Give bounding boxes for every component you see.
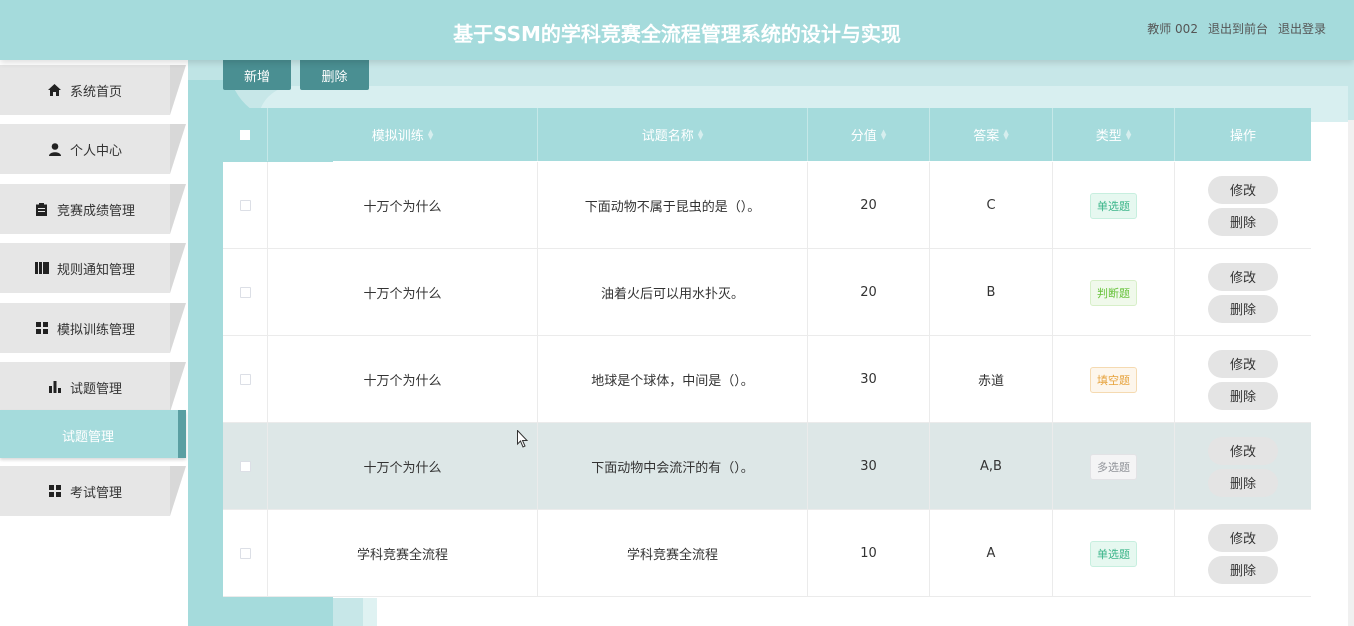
- top-header: 基于SSM的学科竞赛全流程管理系统的设计与实现 教师 002 退出到前台 退出登…: [0, 0, 1354, 60]
- edit-button[interactable]: 修改: [1208, 523, 1278, 552]
- grid-icon: [48, 484, 62, 498]
- sort-icon: ▲ ▼: [427, 127, 434, 141]
- main-content: 新增 删除 模拟训练 ▲ ▼ 试题名称 ▲ ▼ 分值 ▲ ▼ 答案 ▲ ▼ 类型 ▲ ▼ 操作: [188, 60, 1354, 626]
- sidebar-item-label: 个人中心: [69, 143, 122, 159]
- clipboard-icon: [35, 202, 49, 216]
- delete-button[interactable]: 删除: [1208, 555, 1278, 584]
- sidebar-item-label: 系统首页: [69, 84, 122, 100]
- cell-name: 下面动物不属于昆虫的是（）。: [538, 162, 808, 249]
- mouse-cursor-icon: [517, 430, 529, 448]
- submenu-item-questions[interactable]: 试题管理: [0, 410, 186, 458]
- cell-name: 下面动物中会流汗的有（）。: [538, 423, 808, 510]
- cell-score: 10: [808, 510, 930, 597]
- cell-answer: A,B: [930, 423, 1053, 510]
- sidebar-item-profile[interactable]: 个人中心: [0, 124, 186, 174]
- sidebar-item-label: 考试管理: [69, 485, 122, 501]
- edit-button[interactable]: 修改: [1208, 175, 1278, 204]
- row-checkbox[interactable]: [239, 374, 251, 385]
- delete-button[interactable]: 删除: [1208, 207, 1278, 236]
- back-to-frontend-link[interactable]: 退出到前台: [1208, 20, 1268, 37]
- sort-icon: ▲ ▼: [1125, 127, 1132, 141]
- cell-score: 30: [808, 336, 930, 423]
- column-header-type[interactable]: 类型 ▲ ▼: [1053, 108, 1175, 161]
- cell-score: 20: [808, 249, 930, 336]
- column-header-actions: 操作: [1229, 129, 1256, 144]
- cell-training: 学科竞赛全流程: [268, 510, 538, 597]
- column-header-score[interactable]: 分值 ▲ ▼: [808, 108, 930, 161]
- column-header-name[interactable]: 试题名称 ▲ ▼: [538, 108, 808, 161]
- submenu-item-label: 试题管理: [62, 430, 115, 445]
- cell-name: 地球是个球体，中间是（）。: [538, 336, 808, 423]
- type-tag: 判断题: [1090, 279, 1137, 306]
- cell-training: 十万个为什么: [268, 162, 538, 249]
- user-icon: [48, 142, 62, 156]
- sort-icon: ▲ ▼: [1003, 127, 1009, 141]
- cell-training: 十万个为什么: [268, 336, 538, 423]
- table-row: 十万个为什么 地球是个球体，中间是（）。 30 赤道 填空题 修改 删除: [223, 336, 1311, 423]
- sidebar-item-label: 规则通知管理: [56, 262, 135, 278]
- table-row: 十万个为什么 下面动物不属于昆虫的是（）。 20 C 单选题 修改 删除: [223, 162, 1311, 249]
- delete-button[interactable]: 删除: [1208, 381, 1278, 410]
- batch-delete-button[interactable]: 删除: [300, 60, 369, 90]
- delete-button[interactable]: 删除: [1208, 294, 1278, 323]
- row-checkbox[interactable]: [239, 287, 251, 298]
- type-tag: 填空题: [1090, 366, 1137, 393]
- sidebar-item-training[interactable]: 模拟训练管理: [0, 303, 186, 353]
- cell-score: 30: [808, 423, 930, 510]
- sidebar-item-home[interactable]: 系统首页: [0, 65, 186, 115]
- book-icon: [34, 261, 49, 275]
- add-button[interactable]: 新增: [223, 60, 291, 90]
- type-tag: 单选题: [1090, 540, 1137, 567]
- sidebar: 系统首页 个人中心 竞赛成绩管理 规则通知管理 模拟训练管理 试题管理 试题管理…: [0, 60, 188, 626]
- sort-icon: ▲ ▼: [880, 127, 887, 141]
- cell-answer: 赤道: [930, 336, 1053, 423]
- edit-button[interactable]: 修改: [1208, 262, 1278, 291]
- cell-score: 20: [808, 162, 930, 249]
- scrollbar[interactable]: [1348, 120, 1354, 626]
- sidebar-item-rules-notices[interactable]: 规则通知管理: [0, 243, 186, 293]
- column-header-answer[interactable]: 答案 ▲ ▼: [930, 108, 1053, 161]
- edit-button[interactable]: 修改: [1208, 349, 1278, 378]
- select-all-header: [223, 108, 268, 161]
- type-tag: 单选题: [1090, 192, 1137, 219]
- cell-training: 十万个为什么: [268, 249, 538, 336]
- cell-answer: C: [930, 162, 1053, 249]
- cell-name: 学科竞赛全流程: [538, 510, 808, 597]
- row-checkbox[interactable]: [239, 548, 251, 559]
- sidebar-item-questions[interactable]: 试题管理: [0, 362, 186, 412]
- cell-name: 油着火后可以用水扑灭。: [538, 249, 808, 336]
- type-tag: 多选题: [1090, 453, 1137, 480]
- row-checkbox[interactable]: [239, 200, 251, 211]
- bar-chart-icon: [48, 380, 62, 394]
- username: 教师 002: [1147, 22, 1198, 36]
- sidebar-item-exams[interactable]: 考试管理: [0, 466, 186, 516]
- user-area: 教师 002 退出到前台 退出登录: [1147, 20, 1326, 37]
- edit-button[interactable]: 修改: [1208, 436, 1278, 465]
- column-header-training[interactable]: 模拟训练 ▲ ▼: [268, 108, 538, 161]
- cell-answer: B: [930, 249, 1053, 336]
- table-header: 模拟训练 ▲ ▼ 试题名称 ▲ ▼ 分值 ▲ ▼ 答案 ▲ ▼ 类型 ▲ ▼ 操作: [223, 108, 1311, 161]
- home-icon: [48, 83, 62, 97]
- sidebar-item-label: 竞赛成绩管理: [56, 203, 135, 219]
- logout-link[interactable]: 退出登录: [1278, 20, 1326, 37]
- cell-answer: A: [930, 510, 1053, 597]
- sidebar-item-label: 试题管理: [69, 381, 122, 397]
- table-row: 十万个为什么 油着火后可以用水扑灭。 20 B 判断题 修改 删除: [223, 249, 1311, 336]
- table-row: 学科竞赛全流程 学科竞赛全流程 10 A 单选题 修改 删除: [223, 510, 1311, 597]
- sidebar-item-label: 模拟训练管理: [56, 322, 135, 338]
- row-checkbox[interactable]: [239, 461, 251, 472]
- grid-icon: [35, 321, 49, 335]
- cell-training: 十万个为什么: [268, 423, 538, 510]
- sidebar-item-competition-scores[interactable]: 竞赛成绩管理: [0, 184, 186, 234]
- table-row: 十万个为什么 下面动物中会流汗的有（）。 30 A,B 多选题 修改 删除: [223, 423, 1311, 510]
- delete-button[interactable]: 删除: [1208, 468, 1278, 497]
- select-all-checkbox[interactable]: [240, 129, 250, 140]
- sort-icon: ▲ ▼: [697, 127, 704, 141]
